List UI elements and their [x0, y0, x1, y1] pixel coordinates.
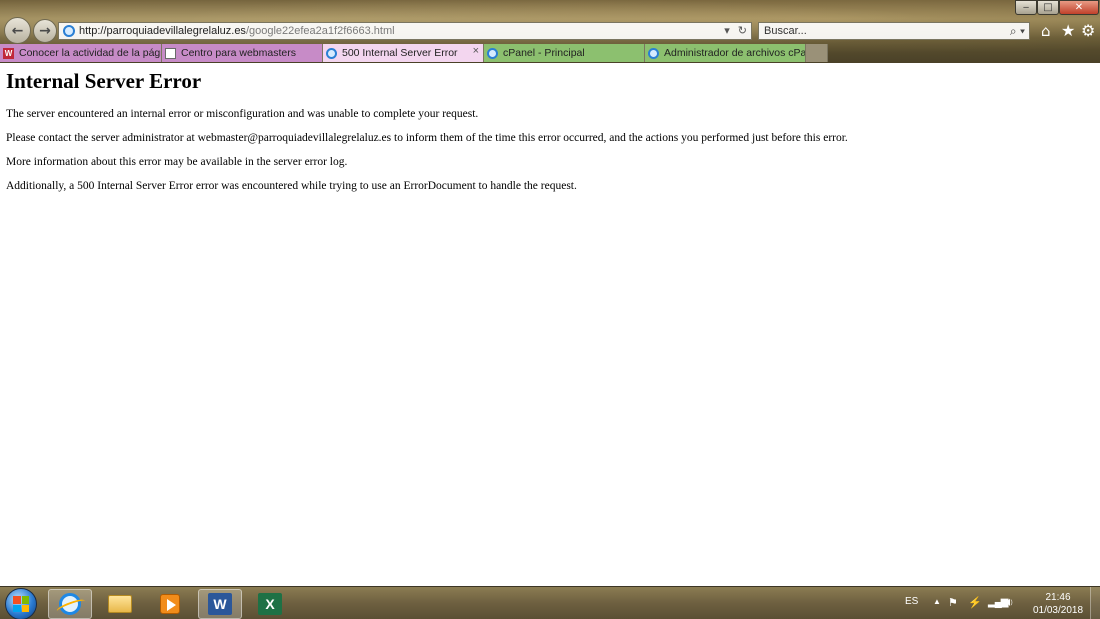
action-center-flag-icon[interactable]: ⚑ [948, 596, 958, 609]
favorites-star-icon[interactable]: ★ [1061, 21, 1075, 40]
power-plug-icon[interactable]: ⚡ [968, 596, 982, 609]
clock-time: 21:46 [1045, 592, 1071, 603]
window-close-button[interactable]: ✕ [1059, 0, 1099, 15]
page-title: Internal Server Error [6, 69, 202, 93]
tab-label: cPanel - Principal [503, 47, 585, 59]
taskbar-internet-explorer[interactable] [48, 589, 92, 619]
close-icon: ✕ [1074, 2, 1084, 13]
taskbar-windows-explorer[interactable] [98, 589, 142, 619]
tab-label: Centro para webmasters [181, 47, 296, 59]
new-tab-button[interactable] [806, 44, 828, 62]
tab-strip: W Conocer la actividad de la pági... Cen… [0, 44, 830, 62]
tab-conocer-actividad[interactable]: W Conocer la actividad de la pági... [0, 44, 162, 62]
search-placeholder: Buscar... [764, 25, 807, 37]
tab-label: Administrador de archivos cPa... [664, 47, 806, 59]
wix-icon: W [3, 47, 14, 59]
volume-icon[interactable]: 🔉︎ [1006, 595, 1014, 610]
start-button[interactable] [5, 588, 37, 619]
ie-page-icon [487, 47, 498, 59]
back-arrow-icon: ← [11, 22, 24, 39]
show-desktop-button[interactable] [1090, 587, 1100, 619]
tab-label: Conocer la actividad de la pági... [19, 47, 162, 59]
windows-logo-icon [13, 596, 29, 612]
show-hidden-icons-icon[interactable]: ▲ [933, 597, 941, 606]
language-indicator[interactable]: ES [905, 596, 918, 607]
back-button[interactable]: ← [4, 17, 31, 44]
refresh-icon[interactable]: ↻ [738, 24, 747, 37]
minimize-icon: ‒ [1022, 2, 1030, 13]
taskbar: W X ES ▲ ⚑ ⚡ ▂▄▆ 🔉︎ 21:46 01/03/2018 [0, 586, 1100, 619]
folder-icon [108, 595, 132, 613]
clock-date: 01/03/2018 [1032, 605, 1084, 616]
media-player-icon [160, 594, 180, 614]
ie-page-icon [326, 47, 337, 59]
url-path: /google22efea2a1f2f6663.html [245, 25, 395, 37]
restore-icon: □ [1043, 2, 1053, 13]
browser-toolbar: ← → http://parroquiadevillalegrelaluz.es… [0, 0, 1100, 63]
ie-page-icon [63, 25, 75, 37]
search-dropdown-icon[interactable]: ▾ [1020, 24, 1025, 38]
taskbar-excel[interactable]: X [248, 589, 292, 619]
excel-icon: X [258, 593, 282, 615]
taskbar-media-player[interactable] [148, 589, 192, 619]
error-paragraph: The server encountered an internal error… [6, 108, 479, 120]
search-input[interactable]: Buscar... ⌕ ▾ [758, 22, 1030, 40]
network-icon[interactable]: ▂▄▆ [988, 597, 1008, 608]
tab-administrador-archivos[interactable]: Administrador de archivos cPa... [645, 44, 806, 62]
error-paragraph: More information about this error may be… [6, 156, 348, 168]
page-content: Internal Server Error The server encount… [0, 63, 1100, 586]
tab-cpanel-principal[interactable]: cPanel - Principal [484, 44, 645, 62]
tab-500-error[interactable]: 500 Internal Server Error × [323, 44, 484, 62]
tab-close-icon[interactable]: × [473, 45, 479, 57]
word-icon: W [208, 593, 232, 615]
maximize-button[interactable]: □ [1037, 0, 1059, 15]
ie-page-icon [648, 47, 659, 59]
tab-centro-webmasters[interactable]: Centro para webmasters [162, 44, 323, 62]
taskbar-word[interactable]: W [198, 589, 242, 619]
dropdown-arrow-icon[interactable]: ▾ [724, 24, 730, 37]
address-bar[interactable]: http://parroquiadevillalegrelaluz.es/goo… [58, 22, 752, 40]
error-paragraph: Additionally, a 500 Internal Server Erro… [6, 180, 577, 192]
clock[interactable]: 21:46 01/03/2018 [1028, 591, 1088, 617]
gear-icon[interactable]: ⚙ [1081, 21, 1095, 40]
search-icon[interactable]: ⌕ [1010, 24, 1017, 38]
error-paragraph: Please contact the server administrator … [6, 132, 848, 144]
minimize-button[interactable]: ‒ [1015, 0, 1037, 15]
forward-button[interactable]: → [33, 19, 57, 43]
system-tray: ES ▲ ⚑ ⚡ ▂▄▆ 🔉︎ 21:46 01/03/2018 [900, 587, 1100, 619]
url-domain: http://parroquiadevillalegrelaluz.es [79, 25, 246, 37]
internet-explorer-icon [59, 593, 81, 615]
forward-arrow-icon: → [39, 23, 51, 39]
webmaster-tools-icon [165, 47, 176, 59]
tab-label: 500 Internal Server Error [342, 47, 458, 59]
home-icon[interactable]: ⌂ [1041, 22, 1051, 40]
